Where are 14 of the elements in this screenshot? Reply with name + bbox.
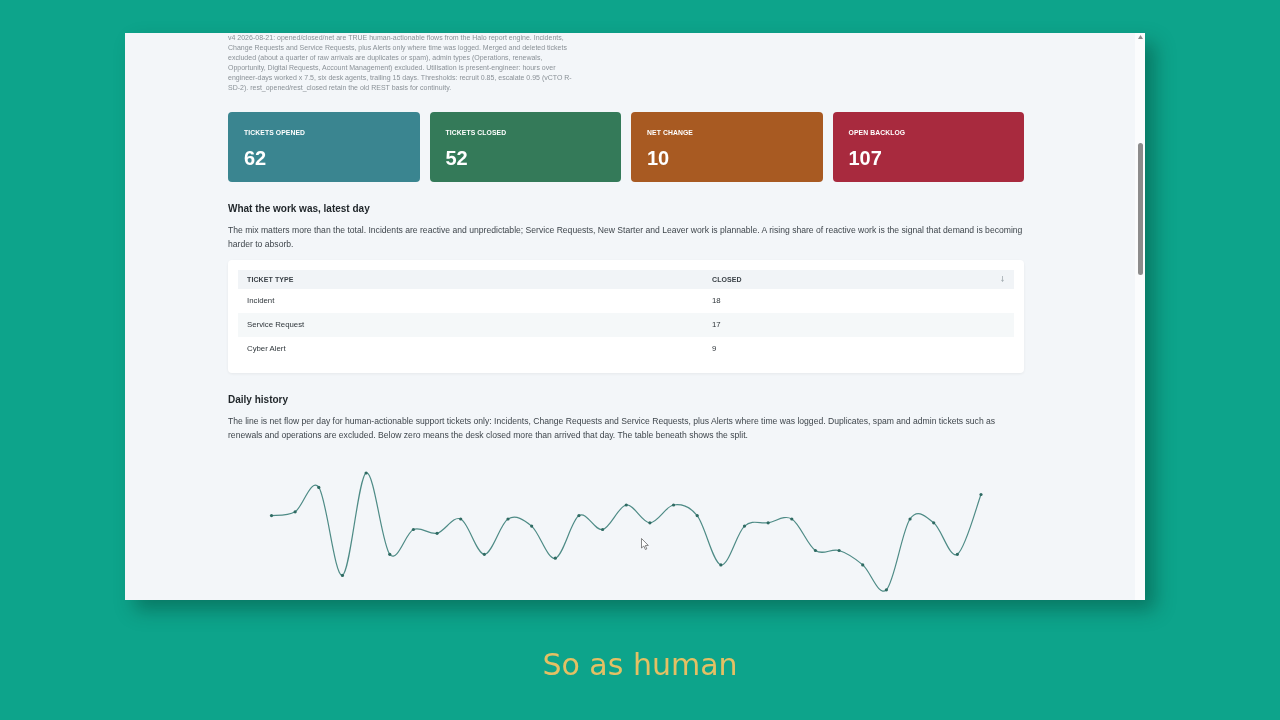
sort-icon[interactable] (1001, 276, 1004, 283)
stat-value: 107 (848, 145, 882, 170)
stat-value: 52 (445, 145, 468, 170)
section-heading: Daily history (228, 392, 290, 406)
scroll-up-arrow-icon[interactable] (1137, 35, 1143, 39)
scrollbar[interactable] (1135, 33, 1145, 600)
section-description: The line is net flow per day for human-actionable support tickets only: Incidents, Change Requests and Service Requests, plus Alerts where time was logged. Duplicates, spam and admin tickets such as renewals and operations are excluded. Below zero means the desk closed more than arrived that day. The table beneath shows the split. (228, 414, 997, 442)
video-caption: So as human (542, 646, 738, 682)
stat-value: 62 (244, 145, 267, 170)
mouse-pointer-icon (641, 537, 649, 550)
section-heading: What the work was, latest day (228, 201, 371, 215)
scrollbar-thumb[interactable] (1137, 143, 1143, 275)
stat-value: 10 (647, 145, 670, 170)
section-description: The mix matters more than the total. Incidents are reactive and unpredictable; Service Requests, New Starter and Leaver work is plannable. A rising share of reactive work is the signal that demand is becoming harder to absorb. (228, 223, 1024, 251)
